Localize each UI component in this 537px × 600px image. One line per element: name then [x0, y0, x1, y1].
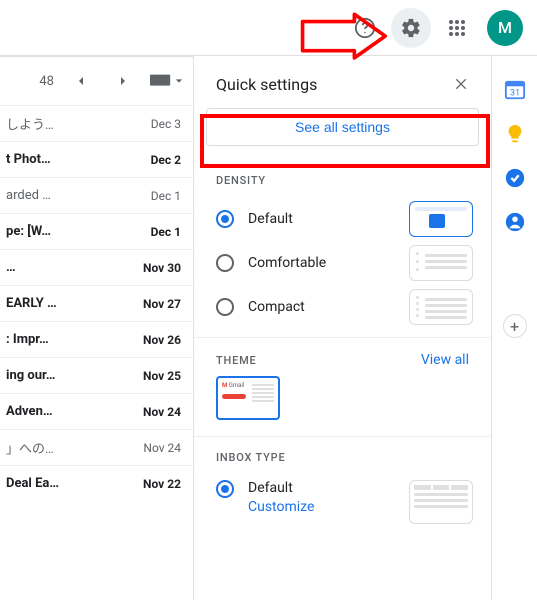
next-page-button[interactable]	[108, 73, 138, 89]
message-date: Nov 22	[143, 477, 181, 491]
inbox-type-default-radio[interactable]	[216, 480, 234, 498]
inbox-section-title: INBOX TYPE	[194, 437, 491, 474]
gear-icon	[400, 17, 422, 39]
message-date: Nov 27	[143, 297, 181, 311]
message-date: Nov 24	[143, 405, 181, 419]
apps-button[interactable]	[437, 8, 477, 48]
keyboard-icon	[150, 74, 172, 88]
inbox-customize-link[interactable]: Customize	[248, 499, 395, 515]
message-date: Dec 1	[151, 225, 181, 239]
message-subject: Deal Ea…	[6, 476, 59, 491]
message-subject: …	[6, 260, 16, 275]
input-tools-button[interactable]	[150, 74, 183, 88]
add-addon-button[interactable]: +	[503, 314, 527, 338]
message-subject: 」への…	[6, 438, 54, 457]
message-subject: ing our…	[6, 368, 55, 383]
density-radio[interactable]	[216, 210, 234, 228]
message-date: Dec 3	[151, 117, 181, 131]
density-option-compact[interactable]: Compact	[194, 285, 491, 329]
message-subject: しよう…	[6, 114, 54, 133]
message-date: Dec 1	[151, 189, 181, 203]
message-list: 48 しよう…Dec 3t Phot…Dec 2arded …Dec 1pe: …	[0, 56, 193, 600]
settings-button[interactable]	[391, 8, 431, 48]
theme-view-all-link[interactable]: View all	[421, 352, 469, 368]
calendar-addon[interactable]: 31	[503, 78, 527, 102]
density-option-default[interactable]: Default	[194, 197, 491, 241]
help-button[interactable]	[345, 8, 385, 48]
chevron-left-icon	[73, 73, 89, 89]
keep-icon	[504, 123, 526, 145]
density-radio[interactable]	[216, 298, 234, 316]
message-date: Nov 26	[143, 333, 181, 347]
message-row[interactable]: t Phot… Dec 2	[0, 141, 193, 177]
close-icon	[453, 76, 469, 92]
density-label: Comfortable	[248, 255, 395, 271]
see-all-settings-button[interactable]: See all settings	[206, 108, 479, 146]
calendar-icon: 31	[504, 79, 526, 101]
density-label: Compact	[248, 299, 395, 315]
apps-grid-icon	[448, 19, 466, 37]
density-preview	[409, 201, 473, 237]
density-section-title: DENSITY	[194, 160, 491, 197]
message-row[interactable]: ing our… Nov 25	[0, 357, 193, 393]
theme-section-title: THEME	[216, 354, 257, 367]
tasks-icon	[504, 167, 526, 189]
page-count: 48	[39, 74, 54, 89]
side-panel: 31 +	[491, 56, 537, 600]
message-row[interactable]: arded … Dec 1	[0, 177, 193, 213]
message-row[interactable]: … Nov 30	[0, 249, 193, 285]
svg-text:31: 31	[509, 89, 519, 99]
density-option-comfortable[interactable]: Comfortable	[194, 241, 491, 285]
close-panel-button[interactable]	[449, 72, 473, 96]
prev-page-button[interactable]	[66, 73, 96, 89]
message-subject: t Phot…	[6, 152, 51, 167]
message-date: Nov 25	[143, 369, 181, 383]
message-row[interactable]: : Impr… Nov 26	[0, 321, 193, 357]
inbox-type-label: Default	[248, 480, 395, 496]
account-avatar[interactable]: M	[487, 10, 523, 46]
message-subject: : Impr…	[6, 332, 49, 347]
message-subject: pe: [W…	[6, 224, 51, 239]
help-icon	[354, 17, 376, 39]
density-label: Default	[248, 211, 395, 227]
chevron-right-icon	[115, 73, 131, 89]
message-date: Nov 30	[143, 261, 181, 275]
theme-thumbnail[interactable]: M Gmail	[216, 376, 280, 420]
message-row[interactable]: pe: [W… Dec 1	[0, 213, 193, 249]
density-preview	[409, 245, 473, 281]
top-toolbar: M	[0, 0, 537, 56]
chevron-down-icon	[175, 77, 183, 85]
message-row[interactable]: 」への… Nov 24	[0, 429, 193, 465]
message-row[interactable]: EARLY … Nov 27	[0, 285, 193, 321]
message-row[interactable]: Adven… Nov 24	[0, 393, 193, 429]
tasks-addon[interactable]	[503, 166, 527, 190]
message-date: Dec 2	[151, 153, 181, 167]
inbox-type-preview	[409, 480, 473, 524]
density-radio[interactable]	[216, 254, 234, 272]
contacts-addon[interactable]	[503, 210, 527, 234]
message-row[interactable]: Deal Ea… Nov 22	[0, 465, 193, 501]
list-toolbar: 48	[0, 57, 193, 105]
quick-settings-panel: Quick settings See all settings DENSITY …	[193, 56, 491, 600]
message-date: Nov 24	[143, 441, 181, 455]
message-subject: arded …	[6, 188, 51, 203]
message-subject: EARLY …	[6, 296, 57, 311]
message-row[interactable]: しよう… Dec 3	[0, 105, 193, 141]
message-subject: Adven…	[6, 404, 53, 419]
density-preview	[409, 289, 473, 325]
contacts-icon	[504, 211, 526, 233]
keep-addon[interactable]	[503, 122, 527, 146]
plus-icon: +	[510, 317, 519, 336]
panel-title: Quick settings	[216, 75, 317, 94]
